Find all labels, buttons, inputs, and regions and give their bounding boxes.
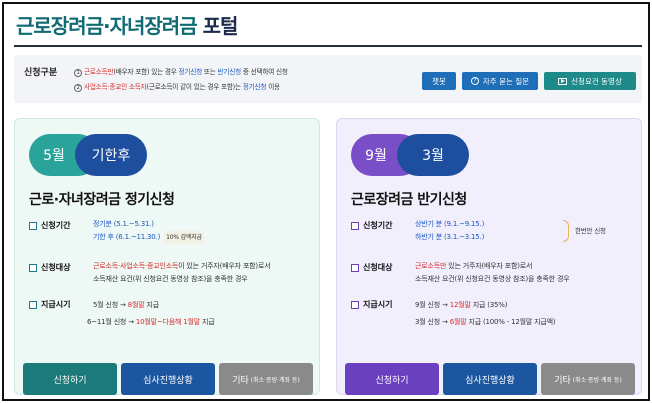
apply-button[interactable]: 신청하기 (345, 363, 439, 395)
info-label: 신청구분 (24, 68, 58, 78)
checkbox-square-icon (351, 221, 359, 230)
checkbox-square-icon (351, 300, 359, 309)
play-icon (558, 77, 568, 85)
target-text: 근로소득·사업소득·종교인소득이 있는 거주자(배우자 포함)로서 소득재산 요… (93, 262, 271, 283)
other-button[interactable]: 기타 (취소·증빙·계좌 등) (219, 363, 313, 395)
chatbot-button[interactable]: 챗봇 (422, 72, 456, 90)
period-label: 신청기간 (351, 220, 392, 231)
pill-late: 기한후 (75, 134, 147, 176)
checkbox-square-icon (29, 300, 37, 309)
panel-title: 근로장려금 반기신청 (351, 192, 467, 208)
page-title: 근로장려금·자녀장려금 포털 (16, 14, 238, 38)
period-pills: 5월 기한후 (29, 134, 147, 176)
number-1-icon: 1 (74, 69, 82, 77)
info-line-1: 1 근로소득만(배우자 포함) 있는 경우 정기신청 또는 반기신청 중 선택하여… (74, 66, 288, 77)
faq-button[interactable]: ? 자주 묻는 질문 (462, 72, 538, 90)
payment-text: 9월 신청 → 12월말 지급 (35%) 3월 신청 → 6월말 지급 (10… (415, 301, 556, 326)
payment-text: 5월 신청 → 8월말 지급 6~11월 신청 → 10월말~다음해 1월말 지… (87, 301, 215, 326)
info-line-2: 2 사업소득·종교인 소득자(근로소득이 같이 있는 경우 포함)는 정기신청 이… (74, 81, 280, 92)
other-button[interactable]: 기타 (취소·증빙·계좌 등) (541, 363, 635, 395)
checkbox-square-icon (351, 263, 359, 272)
review-status-button[interactable]: 심사진행상황 (121, 363, 215, 395)
question-icon: ? (470, 77, 479, 85)
panel-title: 근로·자녀장려금 정기신청 (29, 192, 175, 208)
once-note: 한번만 신청 (575, 227, 606, 235)
period-text: 정기분 (5.1.~5.31.) 기한 후 (6.1.~11.30.) 10% 감… (93, 218, 204, 244)
requirements-video-button[interactable]: 신청요건 동영상 (544, 72, 636, 90)
target-label: 신청대상 (29, 262, 70, 273)
target-label: 신청대상 (351, 262, 392, 273)
period-text: 상반기 분 (9.1.~9.15.) 하반기 분 (3.1.~3.15.) 한번… (415, 220, 606, 242)
regular-application-panel: 5월 기한후 근로·자녀장려금 정기신청 신청기간 정기분 (5.1.~5.31… (14, 118, 320, 395)
payment-label: 지급시기 (29, 299, 70, 310)
page-frame: 근로장려금·자녀장려금 포털 신청구분 1 근로소득만(배우자 포함) 있는 경우… (2, 2, 650, 401)
payment-label: 지급시기 (351, 299, 392, 310)
half-year-application-panel: 9월 3월 근로장려금 반기신청 신청기간 상반기 분 (9.1.~9.15.)… (336, 118, 642, 395)
period-pills: 9월 3월 (351, 134, 469, 176)
apply-button[interactable]: 신청하기 (23, 363, 117, 395)
period-label: 신청기간 (29, 220, 70, 231)
review-status-button[interactable]: 심사진행상황 (443, 363, 537, 395)
checkbox-square-icon (29, 263, 37, 272)
number-2-icon: 2 (74, 84, 82, 92)
target-text: 근로소득만 있는 거주자(배우자 포함)로서 소득재산 요건(위 신청요건 동영… (415, 262, 570, 283)
brace-icon (563, 220, 569, 242)
checkbox-square-icon (29, 221, 37, 230)
discount-tag: 10% 감액지급 (164, 231, 204, 244)
application-type-info: 신청구분 1 근로소득만(배우자 포함) 있는 경우 정기신청 또는 반기신청 중… (14, 55, 642, 103)
pill-march: 3월 (397, 134, 469, 176)
title-divider (14, 45, 642, 47)
